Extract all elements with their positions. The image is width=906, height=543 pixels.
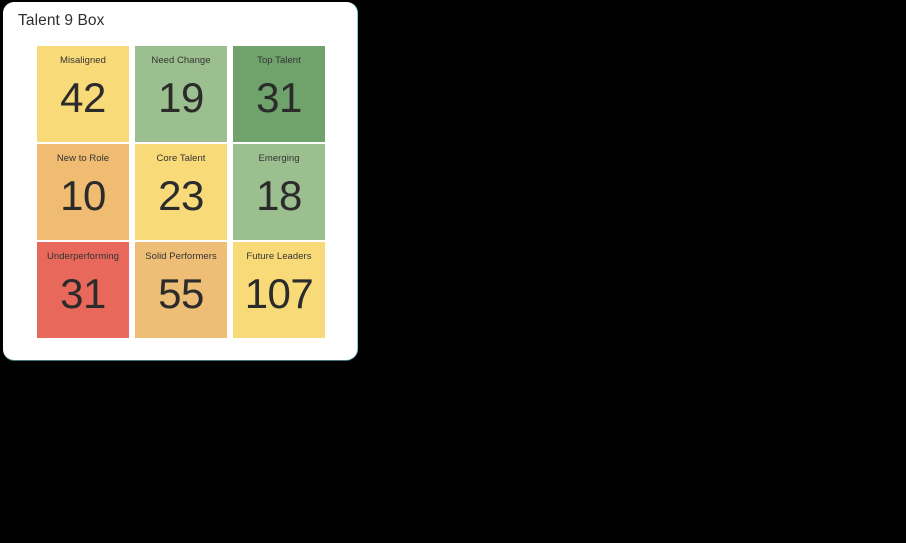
nine-box-cell-value: 107 — [244, 270, 314, 317]
nine-box-cell-label: Top Talent — [257, 55, 301, 66]
nine-box-cell-label: Underperforming — [46, 251, 120, 262]
nine-box-cell-label: Need Change — [151, 55, 211, 66]
nine-box-cell[interactable]: Solid Performers 55 — [135, 242, 227, 338]
nine-box-cell[interactable]: Emerging 18 — [233, 144, 325, 240]
nine-box-cell[interactable]: Underperforming 31 — [37, 242, 129, 338]
nine-box-cell-value: 42 — [60, 74, 106, 121]
nine-box-cell[interactable]: Misaligned 42 — [37, 46, 129, 142]
nine-box-cell[interactable]: New to Role 10 — [37, 144, 129, 240]
nine-box-cell[interactable]: Future Leaders 107 — [233, 242, 325, 338]
nine-box-cell[interactable]: Top Talent 31 — [233, 46, 325, 142]
nine-box-cell-value: 10 — [60, 172, 106, 219]
nine-box-cell-label: Emerging — [258, 153, 300, 164]
nine-box-cell-label: Future Leaders — [246, 251, 312, 262]
nine-box-cell-value: 18 — [256, 172, 302, 219]
nine-box-grid: Misaligned 42 Need Change 19 Top Talent 31 New… — [37, 46, 326, 338]
nine-box-cell-value: 31 — [256, 74, 302, 121]
nine-box-cell-value: 31 — [60, 270, 106, 317]
page-title: Talent 9 Box — [18, 12, 105, 29]
nine-box-cell[interactable]: Need Change 19 — [135, 46, 227, 142]
nine-box-cell-label: Misaligned — [60, 55, 106, 66]
nine-box-cell-label: Core Talent — [156, 153, 206, 164]
nine-box-cell-label: New to Role — [56, 153, 110, 164]
screen-root: Talent 9 Box Misaligned 42 Need Change 19 To… — [0, 0, 906, 543]
nine-box-cell-label: Solid Performers — [145, 251, 217, 262]
talent-9-box-card: Talent 9 Box Misaligned 42 Need Change 19 To… — [3, 2, 357, 360]
nine-box-cell-value: 19 — [158, 74, 204, 121]
nine-box-cell-value: 23 — [158, 172, 204, 219]
nine-box-cell[interactable]: Core Talent 23 — [135, 144, 227, 240]
nine-box-cell-value: 55 — [158, 270, 204, 317]
